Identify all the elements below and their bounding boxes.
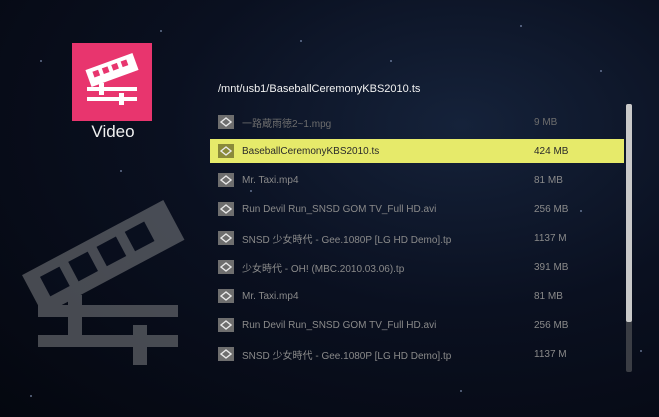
file-size: 81 MB <box>534 174 563 186</box>
file-name: Mr. Taxi.mp4 <box>242 174 299 186</box>
file-size: 1137 M <box>534 348 567 360</box>
file-row[interactable]: Mr. Taxi.mp4 81 MB <box>210 168 624 192</box>
file-row[interactable]: 少女時代 - OH! (MBC.2010.03.06).tp 391 MB <box>210 255 624 279</box>
video-app-icon[interactable] <box>72 43 152 121</box>
file-row[interactable]: SNSD 少女時代 - Gee.1080P [LG HD Demo].tp 113… <box>210 342 624 366</box>
file-name: Run Devil Run_SNSD GOM TV_Full HD.avi <box>242 203 437 215</box>
file-name: SNSD 少女時代 - Gee.1080P [LG HD Demo].tp <box>242 234 452 246</box>
file-name: 少女時代 - OH! (MBC.2010.03.06).tp <box>242 263 405 275</box>
video-file-icon <box>218 202 234 216</box>
film-reel-watermark-icon <box>22 200 185 365</box>
file-name: Mr. Taxi.mp4 <box>242 290 299 302</box>
file-list: 一路蔵雨徳2~1.mpg 9 MB BaseballCeremonyKBS2010.… <box>210 110 624 371</box>
file-size: 256 MB <box>534 203 569 215</box>
file-size: 1137 M <box>534 232 567 244</box>
video-file-icon <box>218 289 234 303</box>
file-size: 424 MB <box>534 145 569 157</box>
scrollbar[interactable] <box>626 104 632 372</box>
file-size: 81 MB <box>534 290 563 302</box>
app-label: Video <box>91 122 135 141</box>
file-name: 一路蔵雨徳2~1.mpg <box>242 118 332 130</box>
file-row[interactable]: 一路蔵雨徳2~1.mpg 9 MB <box>210 110 624 134</box>
video-file-icon <box>218 347 234 361</box>
current-path: /mnt/usb1/BaseballCeremonyKBS2010.ts <box>218 83 421 95</box>
film-editor-icon <box>85 52 139 105</box>
file-name: SNSD 少女時代 - Gee.1080P [LG HD Demo].tp <box>242 350 452 362</box>
file-name: BaseballCeremonyKBS2010.ts <box>242 145 380 157</box>
file-size: 391 MB <box>534 261 569 273</box>
file-row[interactable]: SNSD 少女時代 - Gee.1080P [LG HD Demo].tp 113… <box>210 226 624 250</box>
video-file-icon <box>218 173 234 187</box>
file-row[interactable]: Run Devil Run_SNSD GOM TV_Full HD.avi 256… <box>210 313 624 337</box>
file-row[interactable]: Mr. Taxi.mp4 81 MB <box>210 284 624 308</box>
video-file-icon <box>218 115 234 129</box>
video-file-icon <box>218 231 234 245</box>
file-row[interactable]: BaseballCeremonyKBS2010.ts 424 MB <box>210 139 624 163</box>
video-file-icon <box>218 260 234 274</box>
scrollbar-thumb[interactable] <box>626 104 632 322</box>
file-row[interactable]: Run Devil Run_SNSD GOM TV_Full HD.avi 256… <box>210 197 624 221</box>
file-name: Run Devil Run_SNSD GOM TV_Full HD.avi <box>242 319 437 331</box>
video-file-icon <box>218 144 234 158</box>
file-size: 256 MB <box>534 319 569 331</box>
file-size: 9 MB <box>534 116 558 128</box>
video-file-icon <box>218 318 234 332</box>
